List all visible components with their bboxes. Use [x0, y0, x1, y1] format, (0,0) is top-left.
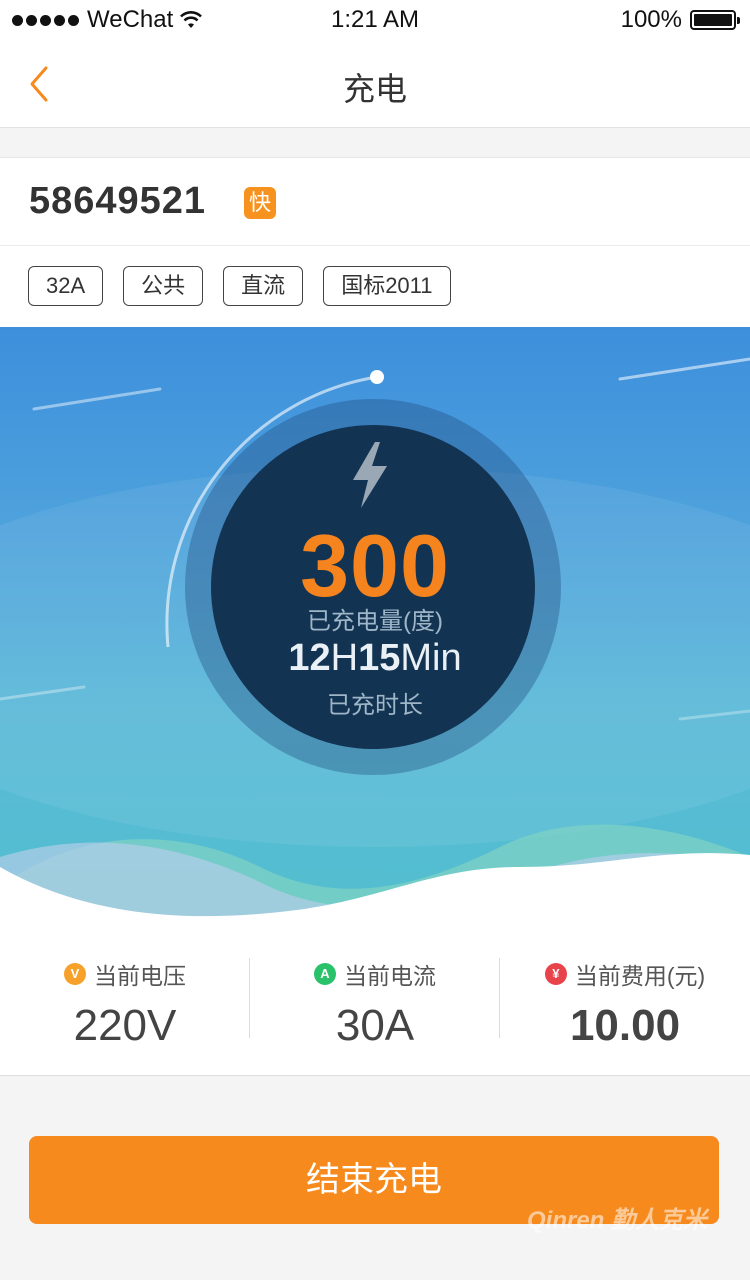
tag-current: 32A	[28, 266, 104, 306]
back-button[interactable]	[26, 62, 66, 106]
stat-current-header: A 当前电流	[250, 957, 500, 991]
stat-current-label: 当前电流	[344, 963, 436, 989]
current-icon: A	[314, 963, 336, 985]
nav-bar: 充电	[0, 40, 750, 128]
stat-voltage-header: V 当前电压	[0, 957, 250, 991]
duration-hours-unit: H	[330, 637, 359, 679]
stat-current: A 当前电流 30A	[250, 925, 500, 1076]
tag-access: 公共	[123, 266, 204, 306]
tag-power-type: 直流	[223, 266, 304, 306]
charging-hero: 300 已充电量(度) 12H15Min 已充时长	[0, 327, 750, 925]
duration-hours: 12	[288, 637, 331, 679]
status-bar-right: 100%	[620, 6, 740, 34]
stat-voltage: V 当前电压 220V	[0, 925, 250, 1076]
stat-voltage-value: 220V	[73, 1001, 177, 1050]
station-id-row: 58649521 快	[0, 158, 750, 246]
chevron-left-icon	[30, 66, 48, 102]
voltage-icon: V	[64, 963, 86, 985]
stat-current-value: 30A	[335, 1001, 415, 1050]
station-card: 58649521 快 32A 公共 直流 国标2011	[0, 157, 750, 327]
watermark: Qinren 勤人克米	[527, 1207, 708, 1234]
duration-label: 已充时长	[327, 692, 423, 719]
fast-charge-badge: 快	[244, 187, 276, 219]
station-id: 58649521	[29, 180, 207, 222]
duration-minutes: 15	[358, 637, 401, 679]
stat-cost-label: 当前费用(元)	[574, 963, 706, 989]
stat-cost-header: ¥ 当前费用(元)	[500, 957, 750, 991]
money-bag-icon: ¥	[544, 963, 567, 985]
duration-value: 12H15Min	[0, 637, 750, 680]
page-title: 充电	[342, 71, 407, 107]
charging-stats: V 当前电压 220V A 当前电流 30A ¥ 当前费用(元) 10.00	[0, 925, 750, 1076]
status-bar: WeChat 1:21 AM 100%	[0, 0, 750, 40]
stat-cost: ¥ 当前费用(元) 10.00	[500, 925, 750, 1076]
energy-label: 已充电量(度)	[307, 608, 443, 635]
tag-standard: 国标2011	[323, 266, 451, 306]
battery-percent: 100%	[620, 6, 682, 33]
battery-icon	[690, 10, 740, 30]
station-tags: 32A 公共 直流 国标2011	[28, 266, 451, 306]
stat-cost-value: 10.00	[569, 1001, 681, 1050]
duration-minutes-unit: Min	[400, 637, 462, 679]
stat-voltage-label: 当前电压	[94, 963, 186, 989]
lightning-icon	[353, 442, 387, 508]
